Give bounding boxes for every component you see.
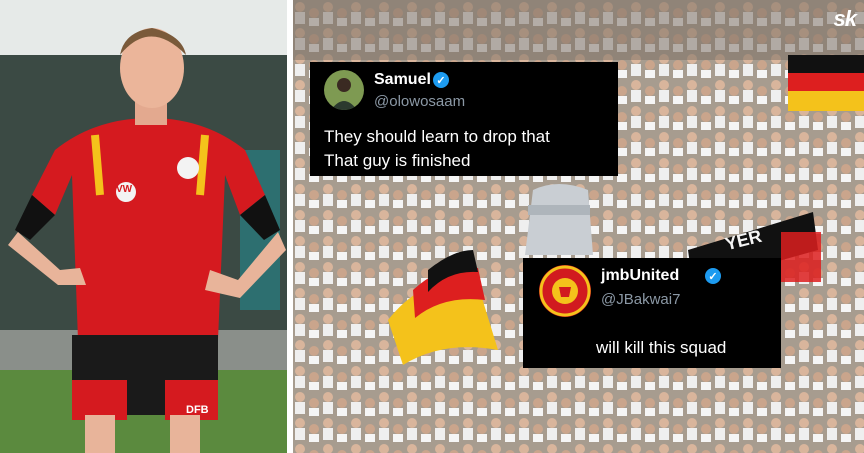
avatar	[539, 265, 591, 317]
tweet-card: jmbUnited ✓ @JBakwai7 will kill this squ…	[523, 258, 781, 368]
user-avatar-icon	[331, 78, 357, 110]
tweet-author-handle: @JBakwai7	[601, 291, 681, 308]
coach-illustration	[0, 0, 287, 453]
coach-photo: VW DFB	[0, 0, 287, 453]
shorts-crest-text: DFB	[186, 404, 209, 416]
tweet-text-line-1: will kill this squad	[596, 338, 727, 357]
avatar	[324, 70, 364, 110]
tweet-text-line-1: They should learn to drop that	[324, 127, 550, 146]
tweet-card: Samuel ✓ @olowosaam They should learn to…	[310, 62, 618, 176]
tweet-author-handle: @olowosaam	[374, 93, 466, 110]
tweet-text-line-2: That guy is finished	[324, 151, 471, 170]
club-crest-icon	[539, 265, 591, 317]
sportskeeda-logo: sk	[833, 6, 858, 31]
shirt-sponsor-text: VW	[116, 184, 133, 195]
tweet-author-name: Samuel	[374, 71, 431, 88]
verified-badge-icon: ✓	[433, 72, 449, 88]
verified-badge-icon: ✓	[705, 268, 721, 284]
tweet-author-name: jmbUnited	[601, 267, 680, 284]
